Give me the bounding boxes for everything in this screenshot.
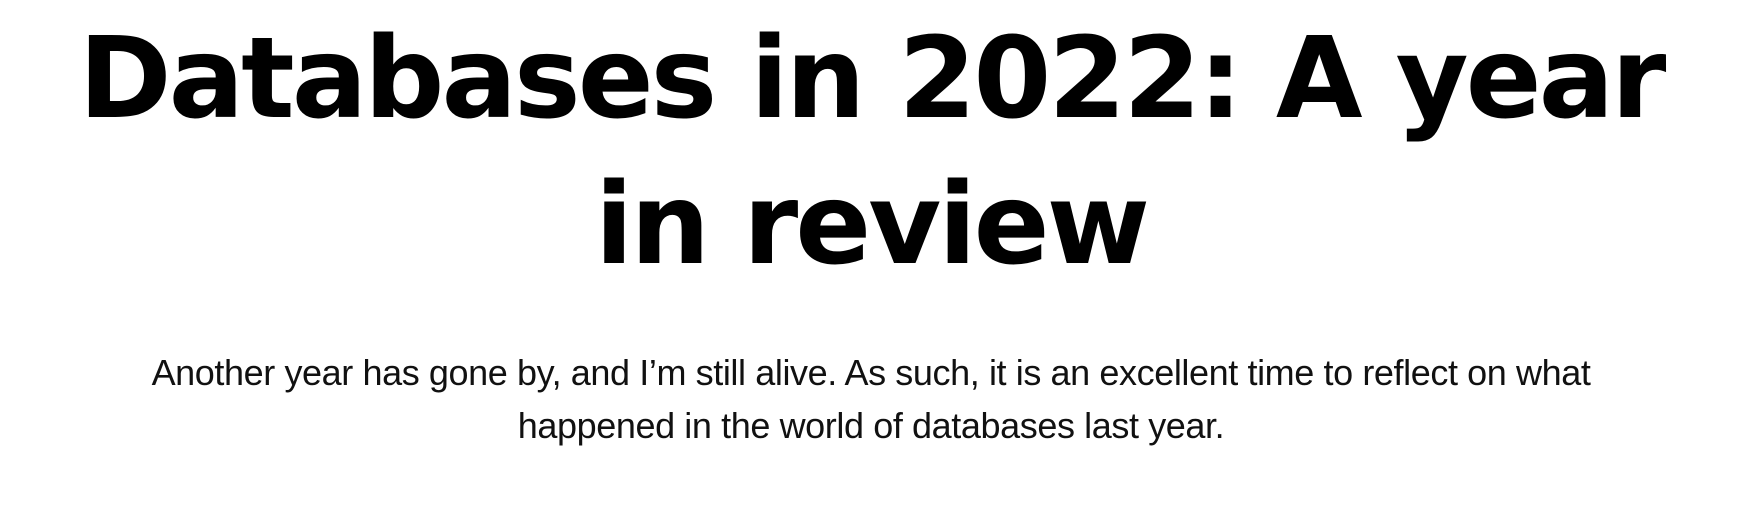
article-header: Databases in 2022: A year in review Anot… xyxy=(0,0,1742,508)
page-title: Databases in 2022: A year in review xyxy=(78,14,1667,290)
article-subtitle: Another year has gone by, and I’m still … xyxy=(151,352,1591,446)
